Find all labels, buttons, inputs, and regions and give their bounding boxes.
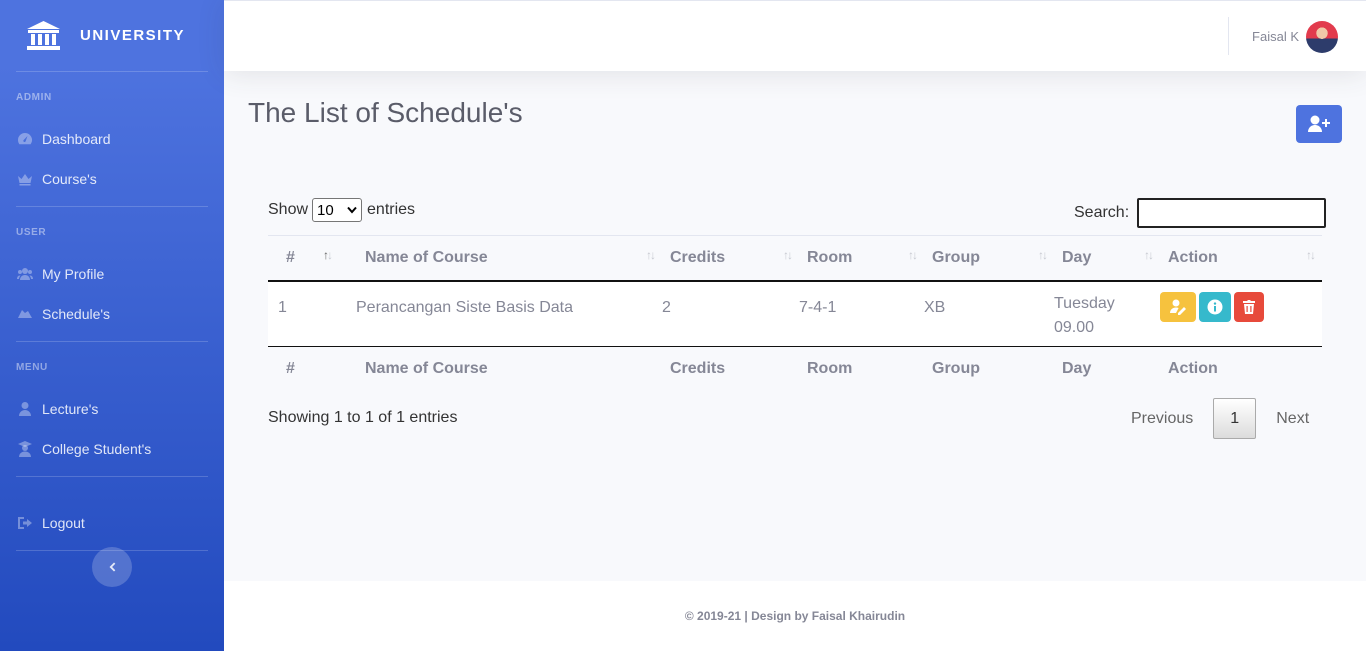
sidebar-heading-admin: ADMIN <box>16 92 52 103</box>
sidebar-item-courses[interactable]: Course's <box>0 159 224 199</box>
search-input[interactable] <box>1137 198 1327 228</box>
column-header-group[interactable]: Group ↑↓ <box>924 235 1054 282</box>
footer-header-credits: Credits <box>662 346 799 392</box>
sign-out-icon <box>18 517 32 529</box>
column-header-day[interactable]: Day ↑↓ <box>1054 235 1160 282</box>
chevron-down-icon <box>347 206 357 214</box>
user-name[interactable]: Faisal K <box>1252 29 1299 44</box>
sidebar-item-label: Lecture's <box>42 401 99 417</box>
table-search: Search: <box>1074 198 1327 228</box>
schedule-table: # ↑↓ Name of Course ↑↓ Credits ↑↓ Room ↑↓ Gr… <box>268 235 1322 392</box>
footer-header-group: Group <box>924 346 1054 392</box>
user-plus-icon <box>1308 115 1330 132</box>
entries-length-control: Show 10 entries <box>268 198 415 222</box>
cell-actions <box>1160 280 1322 347</box>
next-button[interactable]: Next <box>1262 398 1323 439</box>
cell-no: 1 <box>268 280 356 347</box>
sidebar-item-students[interactable]: College Student's <box>0 429 224 469</box>
user-edit-icon <box>1170 299 1186 315</box>
column-header-credits[interactable]: Credits ↑↓ <box>662 235 799 282</box>
sidebar-item-logout[interactable]: Logout <box>0 503 224 543</box>
crown-icon <box>18 174 32 186</box>
sidebar-item-label: My Profile <box>42 266 105 282</box>
footer-header-course: Name of Course <box>356 346 662 392</box>
cell-group: XB <box>924 280 1054 347</box>
footer-header-no: # <box>268 346 356 392</box>
info-button[interactable] <box>1199 291 1231 322</box>
entries-select[interactable]: 10 <box>312 198 363 222</box>
sort-icon: ↑↓ <box>1144 248 1154 262</box>
entries-label: entries <box>367 201 416 218</box>
sort-icon: ↑↓ <box>1038 248 1048 262</box>
car-icon <box>18 310 32 318</box>
avatar[interactable] <box>1306 21 1338 53</box>
sidebar-heading-menu: MENU <box>16 362 48 373</box>
edit-button[interactable] <box>1160 291 1196 322</box>
entries-select-value: 10 <box>317 201 334 219</box>
search-label: Search: <box>1074 204 1130 221</box>
brand-name: UNIVERSITY <box>80 27 186 44</box>
trash-icon <box>1243 299 1255 314</box>
sidebar-item-schedules[interactable]: Schedule's <box>0 294 224 334</box>
footer: © 2019-21 | Design by Faisal Khairudin <box>224 581 1366 651</box>
users-icon <box>17 268 33 280</box>
sort-icon: ↑↓ <box>783 248 793 262</box>
copyright-text: © 2019-21 | Design by Faisal Khairudin <box>684 609 906 623</box>
table-header-row: # ↑↓ Name of Course ↑↓ Credits ↑↓ Room ↑↓ Gr… <box>268 235 1322 282</box>
page-button-current[interactable]: 1 <box>1213 398 1257 439</box>
cell-day-time: 09.00 <box>1054 318 1095 336</box>
sort-icon: ↑↓ <box>1306 248 1316 262</box>
sidebar-heading-user: USER <box>16 227 47 238</box>
sort-icon: ↑↓ <box>908 248 918 262</box>
sidebar-toggle-button[interactable] <box>92 547 132 587</box>
sidebar-brand[interactable]: UNIVERSITY <box>0 0 224 71</box>
sidebar-divider <box>16 476 208 477</box>
sort-icon: ↑↓ <box>323 248 333 262</box>
table-footer-row: # Name of Course Credits Room Group Day … <box>268 346 1322 392</box>
chevron-left-icon <box>109 562 116 572</box>
cell-room: 7-4-1 <box>799 280 924 347</box>
table-row: 1 Perancangan Siste Basis Data 2 7-4-1 X… <box>268 280 1322 347</box>
column-header-course[interactable]: Name of Course ↑↓ <box>356 235 662 282</box>
topbar: Faisal K <box>224 0 1366 71</box>
sort-icon: ↑↓ <box>646 248 656 262</box>
pagination: Previous 1 Next <box>1117 398 1323 439</box>
show-label: Show <box>268 201 309 218</box>
footer-header-room: Room <box>799 346 924 392</box>
column-header-no[interactable]: # ↑↓ <box>268 235 356 282</box>
footer-header-day: Day <box>1054 346 1160 392</box>
sidebar-item-label: College Student's <box>42 441 152 457</box>
previous-button[interactable]: Previous <box>1117 398 1207 439</box>
sidebar-item-dashboard[interactable]: Dashboard <box>0 119 224 159</box>
column-header-room[interactable]: Room ↑↓ <box>799 235 924 282</box>
page-title: The List of Schedule's <box>248 97 523 128</box>
table-info: Showing 1 to 1 of 1 entries <box>268 409 458 426</box>
tachometer-icon <box>18 133 32 145</box>
add-schedule-button[interactable] <box>1296 105 1342 143</box>
column-header-action[interactable]: Action ↑↓ <box>1160 235 1322 282</box>
sidebar-item-lectures[interactable]: Lecture's <box>0 389 224 429</box>
university-icon <box>27 20 60 50</box>
cell-day: Tuesday 09.00 <box>1054 280 1160 347</box>
user-graduate-icon <box>18 441 32 457</box>
footer-header-action: Action <box>1160 346 1322 392</box>
sidebar: UNIVERSITY ADMIN Dashboard Course's USER… <box>0 0 224 651</box>
sidebar-item-label: Course's <box>42 171 97 187</box>
cell-course: Perancangan Siste Basis Data <box>356 280 662 347</box>
delete-button[interactable] <box>1234 291 1264 322</box>
sidebar-item-label: Dashboard <box>42 131 111 147</box>
user-icon <box>19 402 31 416</box>
sidebar-item-label: Logout <box>42 515 85 531</box>
cell-credits: 2 <box>662 280 799 347</box>
cell-day-name: Tuesday <box>1054 294 1115 312</box>
sidebar-item-my-profile[interactable]: My Profile <box>0 254 224 294</box>
topbar-divider <box>1228 17 1229 55</box>
info-circle-icon <box>1207 299 1223 314</box>
sidebar-item-label: Schedule's <box>42 306 111 322</box>
